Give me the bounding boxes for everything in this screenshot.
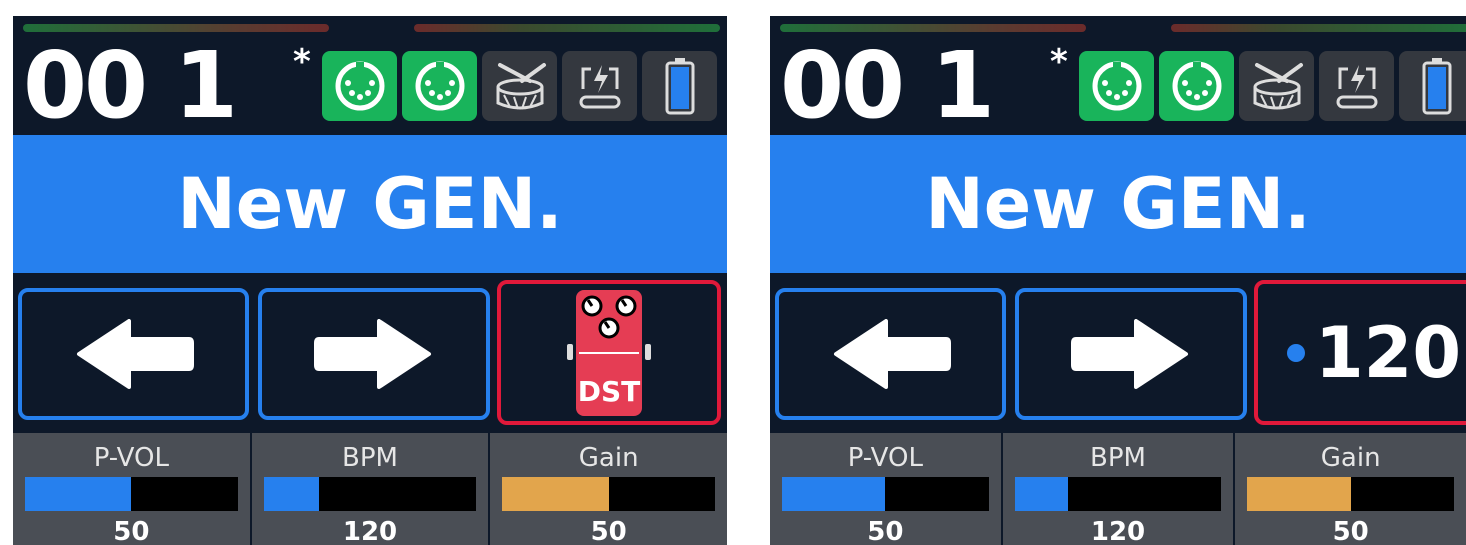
param-label: P-VOL: [93, 443, 169, 473]
param-label: P-VOL: [847, 443, 923, 473]
param-bpm[interactable]: BPM 120: [251, 433, 491, 545]
param-label: BPM: [342, 443, 398, 473]
param-bar-fill: [263, 477, 319, 511]
arrow-left-icon: [833, 319, 951, 389]
param-bar: [1014, 477, 1222, 511]
preset-number: 00 1: [780, 32, 995, 139]
param-bar-fill: [502, 477, 609, 511]
param-bar-fill: [782, 477, 886, 511]
param-bar-fill: [1247, 477, 1351, 511]
battery-icon: [1399, 51, 1466, 121]
param-label: BPM: [1090, 443, 1146, 473]
parameter-strip: P-VOL 50 BPM 120 Gain 50: [13, 433, 727, 545]
param-value: 50: [590, 517, 627, 545]
param-bar: [263, 477, 477, 511]
param-label: Gain: [1320, 443, 1381, 473]
param-value: 120: [1090, 517, 1146, 545]
param-gain[interactable]: Gain 50: [1235, 433, 1466, 545]
param-bar: [502, 477, 716, 511]
param-gain[interactable]: Gain 50: [490, 433, 727, 545]
modified-marker: *: [293, 42, 311, 82]
param-value: 120: [342, 517, 398, 545]
arrow-left-icon: [76, 319, 194, 389]
preset-name-banner: New GEN.: [770, 135, 1466, 273]
next-preset-button[interactable]: [258, 288, 490, 420]
device-screen-right: 00 1 * New GEN. 120 P-VOL 50 BPM 120 Gai…: [770, 16, 1466, 545]
param-bar: [1247, 477, 1455, 511]
usb-power-icon[interactable]: [562, 51, 637, 121]
level-meter-right: [1171, 24, 1466, 32]
level-meter-left: [780, 24, 1086, 32]
pedal-label: DST: [578, 375, 641, 408]
bpm-value: 120: [1314, 311, 1462, 394]
status-icons: [1079, 51, 1466, 121]
drum-icon[interactable]: [482, 51, 557, 121]
tap-tempo-button[interactable]: 120: [1254, 280, 1466, 425]
level-meter-left: [23, 24, 329, 32]
arrow-right-icon: [1071, 319, 1188, 389]
prev-preset-button[interactable]: [18, 288, 249, 420]
footswitch-row: DST: [13, 280, 727, 430]
param-bar: [782, 477, 989, 511]
distortion-pedal-icon: DST: [567, 289, 651, 416]
param-value: 50: [867, 517, 904, 545]
modified-marker: *: [1050, 42, 1068, 82]
level-meter-right: [414, 24, 720, 32]
midi-in-icon[interactable]: [1079, 51, 1154, 121]
drum-icon[interactable]: [1239, 51, 1314, 121]
status-icons: [322, 51, 717, 121]
arrow-right-icon: [314, 319, 431, 389]
next-preset-button[interactable]: [1015, 288, 1247, 420]
param-bpm[interactable]: BPM 120: [1002, 433, 1236, 545]
midi-out-icon[interactable]: [1159, 51, 1234, 121]
tempo-dot-icon: [1286, 343, 1305, 362]
preset-name-banner: New GEN.: [13, 135, 727, 273]
distortion-effect-button[interactable]: DST: [497, 280, 721, 425]
battery-icon: [642, 51, 717, 121]
param-bar-fill: [1014, 477, 1069, 511]
param-pvol[interactable]: P-VOL 50: [770, 433, 1003, 545]
preset-name: New GEN.: [925, 163, 1311, 245]
preset-name: New GEN.: [177, 163, 563, 245]
parameter-strip: P-VOL 50 BPM 120 Gain 50: [770, 433, 1466, 545]
bpm-display: 120: [1286, 311, 1462, 394]
footswitch-row: 120: [770, 280, 1466, 430]
device-screen-left: 00 1 * New GEN. DST P-VOL 50 BPM 120 Gai…: [13, 16, 727, 545]
param-bar-fill: [25, 477, 132, 511]
param-value: 50: [113, 517, 150, 545]
usb-power-icon[interactable]: [1319, 51, 1394, 121]
param-label: Gain: [578, 443, 639, 473]
param-bar: [25, 477, 238, 511]
midi-out-icon[interactable]: [402, 51, 477, 121]
midi-in-icon[interactable]: [322, 51, 397, 121]
param-pvol[interactable]: P-VOL 50: [13, 433, 252, 545]
prev-preset-button[interactable]: [775, 288, 1006, 420]
param-value: 50: [1332, 517, 1369, 545]
preset-number: 00 1: [23, 32, 238, 139]
